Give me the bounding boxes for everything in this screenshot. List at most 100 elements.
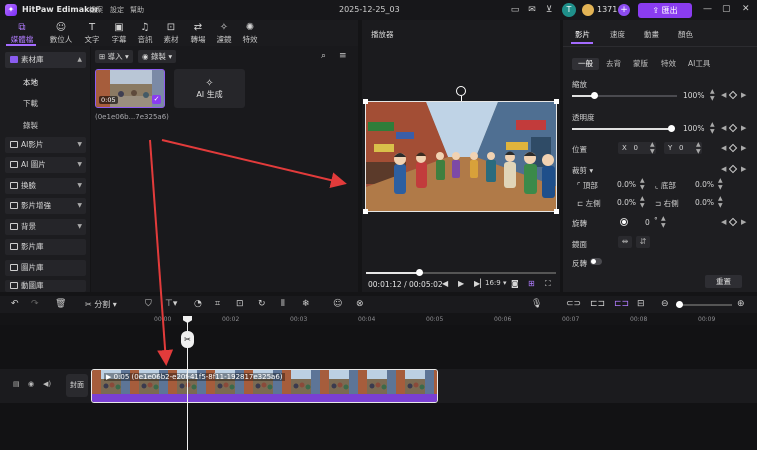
prev-keyframe-icon[interactable]: ◀: [721, 165, 726, 173]
next-keyframe-icon[interactable]: ▶: [741, 165, 746, 173]
snapshot-icon[interactable]: ◙: [511, 279, 519, 288]
scale-value[interactable]: 100%: [683, 91, 704, 100]
download-icon[interactable]: ⊻: [543, 4, 555, 16]
close-icon[interactable]: ✕: [742, 4, 750, 14]
flip-vertical-icon[interactable]: ⇵: [636, 236, 650, 248]
prev-keyframe-icon[interactable]: ◀: [721, 124, 726, 132]
subtab-general[interactable]: 一般: [572, 58, 599, 70]
maximize-icon[interactable]: ▢: [722, 4, 731, 14]
aspect-dropdown[interactable]: 16:9 ▾: [485, 279, 506, 287]
zoom-in-icon[interactable]: ⊕: [737, 299, 745, 309]
minimize-icon[interactable]: —: [703, 4, 712, 14]
prev-frame-icon[interactable]: ◀: [442, 279, 448, 288]
crop-bottom-value[interactable]: 0.0%: [695, 180, 714, 189]
prop-tab-color[interactable]: 顏色: [678, 29, 693, 40]
sidebar-item-enhance[interactable]: 影片增強 ▼: [5, 198, 86, 214]
ai-icon[interactable]: ⊗: [356, 299, 364, 309]
stepper-up-icon[interactable]: ▲: [718, 195, 723, 202]
zoom-out-icon[interactable]: ⊖: [661, 299, 669, 309]
speed-icon[interactable]: ◔: [194, 299, 202, 309]
tab-effect[interactable]: ✺ 特效: [236, 22, 264, 45]
project-name[interactable]: 2025-12-25_03: [339, 5, 400, 14]
magnet-icon[interactable]: ⊏⊐: [590, 299, 605, 309]
rotate-value[interactable]: 0: [645, 218, 650, 227]
text-tool-icon[interactable]: ⊤▾: [165, 299, 177, 309]
tab-text[interactable]: T 文字: [78, 22, 106, 45]
menu-file[interactable]: 檔案: [89, 5, 103, 15]
subtab-effects[interactable]: 特效: [655, 58, 682, 70]
stepper-down-icon[interactable]: ▼: [718, 202, 723, 209]
tab-filter[interactable]: ✧ 濾鏡: [210, 22, 238, 45]
subtab-remove-bg[interactable]: 去背: [600, 58, 627, 70]
sidebar-sub-record[interactable]: 錄製: [23, 120, 38, 131]
stepper-down-icon[interactable]: ▼: [718, 184, 723, 191]
crop-top-value[interactable]: 0.0%: [617, 180, 636, 189]
sidebar-item-background[interactable]: 背景 ▼: [5, 219, 86, 235]
stepper-up-icon[interactable]: ▲: [718, 177, 723, 184]
reset-button[interactable]: 重置: [705, 275, 742, 288]
monitor-icon[interactable]: ▭: [509, 4, 521, 16]
prop-tab-animation[interactable]: 動畫: [644, 29, 659, 40]
crop-left-value[interactable]: 0.0%: [617, 198, 636, 207]
sidebar-item-library[interactable]: 素材庫 ▲: [5, 52, 86, 68]
resize-handle-tl[interactable]: [363, 99, 368, 104]
crop-top-field[interactable]: ⌜ 頂部: [577, 180, 598, 191]
tab-assets[interactable]: ⊡ 素材: [157, 22, 185, 45]
import-dropdown[interactable]: ⊞ 導入 ▾: [95, 50, 133, 63]
stepper-down-icon[interactable]: ▼: [696, 148, 701, 155]
fullscreen-icon[interactable]: ⛶: [545, 279, 551, 289]
subtab-ai-tools[interactable]: AI工具: [682, 58, 716, 70]
stepper-down-icon[interactable]: ▼: [710, 128, 715, 135]
subtab-mask[interactable]: 蒙版: [627, 58, 654, 70]
zoom-slider-knob[interactable]: [676, 301, 683, 308]
next-keyframe-icon[interactable]: ▶: [741, 124, 746, 132]
stepper-down-icon[interactable]: ▼: [640, 184, 645, 191]
crop-left-field[interactable]: ⊏ 左側: [577, 198, 601, 209]
sidebar-item-video-library[interactable]: 影片庫: [5, 239, 86, 255]
link-icon[interactable]: ⊂⊃: [566, 299, 581, 309]
sidebar-item-face-swap[interactable]: 換臉 ▼: [5, 178, 86, 194]
preview-canvas[interactable]: [365, 101, 557, 212]
tab-avatar[interactable]: ☺ 數位人: [47, 22, 75, 45]
mirror-icon[interactable]: ⫴: [281, 299, 285, 309]
flip-horizontal-icon[interactable]: ⇹: [618, 236, 632, 248]
sidebar-item-gif-library[interactable]: 動圖庫: [5, 280, 86, 292]
crop-right-value[interactable]: 0.0%: [695, 198, 714, 207]
prev-keyframe-icon[interactable]: ◀: [721, 91, 726, 99]
stepper-down-icon[interactable]: ▼: [661, 222, 666, 229]
freeze-icon[interactable]: ⊡: [236, 299, 244, 309]
media-thumbnail[interactable]: 0:05 ✓: [95, 69, 165, 108]
resize-handle-bl[interactable]: [363, 209, 368, 214]
play-icon[interactable]: ▶: [458, 279, 464, 288]
preview-track-icon[interactable]: ⊟: [637, 299, 645, 309]
crop-label[interactable]: 裁剪 ▾: [572, 165, 593, 176]
stepper-up-icon[interactable]: ▲: [710, 121, 715, 128]
sidebar-sub-local[interactable]: 本地: [23, 77, 38, 88]
stepper-down-icon[interactable]: ▼: [710, 95, 715, 102]
next-keyframe-icon[interactable]: ▶: [741, 218, 746, 226]
next-keyframe-icon[interactable]: ▶: [741, 91, 746, 99]
sidebar-item-image-library[interactable]: 圖片庫: [5, 260, 86, 276]
prev-keyframe-icon[interactable]: ◀: [721, 144, 726, 152]
add-coins-button[interactable]: +: [618, 4, 630, 16]
prop-tab-speed[interactable]: 速度: [610, 29, 625, 40]
track-mute-icon[interactable]: ◀): [43, 380, 51, 388]
resize-handle-tr[interactable]: [554, 99, 559, 104]
sidebar-item-ai-image[interactable]: AI 圖片 ▼: [5, 157, 86, 173]
sidebar-item-ai-video[interactable]: AI影片 ▼: [5, 137, 86, 153]
shield-icon[interactable]: ⛉: [145, 299, 152, 309]
export-button[interactable]: ⇪ 匯出: [638, 3, 692, 18]
split-button[interactable]: ✂ 分割 ▾: [85, 299, 117, 310]
crop-icon[interactable]: ⌗: [215, 299, 220, 309]
stepper-down-icon[interactable]: ▼: [640, 202, 645, 209]
resize-handle-br[interactable]: [554, 209, 559, 214]
delete-icon[interactable]: 🗑: [55, 299, 66, 309]
avatar[interactable]: T: [562, 3, 576, 17]
menu-help[interactable]: 幫助: [130, 5, 144, 15]
opacity-slider-knob[interactable]: [668, 125, 675, 132]
zoom-slider[interactable]: [676, 304, 732, 306]
tab-transition[interactable]: ⇄ 轉場: [184, 22, 212, 45]
microphone-icon[interactable]: 🎙: [531, 299, 542, 309]
sidebar-sub-download[interactable]: 下載: [23, 98, 38, 109]
sort-icon[interactable]: ≡: [339, 51, 347, 61]
